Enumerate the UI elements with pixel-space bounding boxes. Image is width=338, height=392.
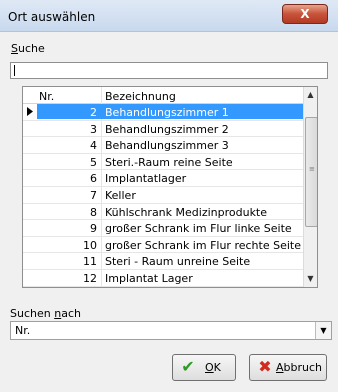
cell-bezeichnung: Keller: [105, 188, 136, 202]
cell-nr: 9: [90, 222, 97, 236]
cell-bezeichnung: Implantatlager: [105, 172, 187, 186]
table-row[interactable]: 2 Behandlungszimmer 1: [23, 104, 304, 121]
cell-bezeichnung: großer Schrank im Flur linke Seite: [105, 222, 292, 236]
cancel-rest: bbruch: [283, 361, 323, 374]
close-button[interactable]: X: [282, 4, 328, 24]
search-label: Suche: [11, 42, 45, 55]
grid-header: Nr. Bezeichnung: [23, 87, 317, 104]
search-by-select[interactable]: Nr. ▼: [10, 321, 332, 340]
checkmark-icon: ✔: [181, 357, 195, 376]
row-indicator-icon: [26, 106, 34, 117]
scroll-thumb[interactable]: ≡: [305, 117, 317, 227]
table-row[interactable]: 3 Behandlungszimmer 2: [23, 121, 304, 138]
scroll-down-icon[interactable]: ▼: [304, 272, 317, 286]
column-header-nr[interactable]: Nr.: [39, 90, 54, 103]
ok-button-label: OK: [205, 361, 221, 374]
text-caret: [14, 65, 15, 76]
cell-nr: 6: [90, 172, 97, 186]
table-row[interactable]: 8 Kühlschrank Medizinprodukte: [23, 204, 304, 221]
table-row[interactable]: 10 großer Schrank im Flur rechte Seite: [23, 237, 304, 254]
table-row[interactable]: 4 Behandlungszimmer 3: [23, 137, 304, 154]
cell-bezeichnung: Kühlschrank Medizinprodukte: [105, 205, 268, 219]
cell-nr: 8: [90, 205, 97, 219]
cell-nr: 12: [83, 271, 97, 285]
cancel-button[interactable]: ✖ Abbruch: [249, 354, 327, 381]
cell-bezeichnung: Steri - Raum unreine Seite: [105, 255, 251, 269]
search-label-mnemonic: S: [11, 42, 18, 55]
cell-nr: 3: [90, 122, 97, 136]
cell-bezeichnung: Behandlungszimmer 2: [105, 122, 229, 136]
cell-bezeichnung: großer Schrank im Flur rechte Seite: [105, 238, 301, 252]
grip-icon: ≡: [309, 165, 315, 173]
cell-nr: 4: [90, 139, 97, 153]
table-row[interactable]: 11 Steri - Raum unreine Seite: [23, 253, 304, 270]
cell-nr: 10: [83, 238, 97, 252]
title-bar[interactable]: Ort auswählen X: [0, 0, 338, 32]
ok-mnemonic: O: [205, 361, 214, 374]
cell-bezeichnung: Behandlungszimmer 3: [105, 139, 229, 153]
x-icon: ✖: [258, 357, 272, 376]
ok-button[interactable]: ✔ OK: [172, 354, 236, 381]
grid-rows: 2 Behandlungszimmer 1 3 Behandlungszimmer 2…: [23, 104, 304, 287]
cell-nr: 7: [90, 188, 97, 202]
table-row[interactable]: 7 Keller: [23, 187, 304, 204]
table-row[interactable]: 5 Steri.-Raum reine Seite: [23, 154, 304, 171]
ok-rest: K: [213, 361, 221, 374]
search-by-value: Nr.: [15, 324, 31, 337]
close-icon: X: [300, 7, 310, 21]
search-by-label-start: Suchen: [10, 307, 55, 320]
dialog-window: Ort auswählen X Suche Nr. Bezeichnung 2B…: [0, 0, 338, 392]
cell-nr: 2: [90, 106, 97, 119]
column-header-bezeichnung[interactable]: Bezeichnung: [105, 90, 176, 103]
cancel-button-label: Abbruch: [276, 361, 322, 374]
cell-nr: 11: [83, 255, 97, 269]
cell-bezeichnung: Behandlungszimmer 1: [105, 106, 229, 119]
search-by-label-rest: ach: [61, 307, 81, 320]
vertical-scrollbar[interactable]: ▲ ≡ ▼: [303, 87, 317, 287]
dropdown-arrow-icon[interactable]: ▼: [315, 322, 331, 339]
search-by-label: Suchen nach: [10, 307, 81, 320]
table-row[interactable]: 12 Implantat Lager: [23, 270, 304, 287]
search-label-rest: uche: [17, 42, 45, 55]
scroll-up-icon[interactable]: ▲: [304, 88, 317, 102]
locations-grid[interactable]: Nr. Bezeichnung 2 Behandlungszimmer 1 3 Beh…: [22, 86, 318, 288]
cancel-mnemonic: A: [276, 361, 284, 374]
table-row[interactable]: 6 Implantatlager: [23, 170, 304, 187]
table-row[interactable]: 9 großer Schrank im Flur linke Seite: [23, 220, 304, 237]
window-title: Ort auswählen: [8, 10, 96, 24]
cell-bezeichnung: Steri.-Raum reine Seite: [105, 155, 233, 169]
cell-nr: 5: [90, 155, 97, 169]
cell-bezeichnung: Implantat Lager: [105, 271, 193, 285]
search-input[interactable]: [10, 62, 328, 79]
